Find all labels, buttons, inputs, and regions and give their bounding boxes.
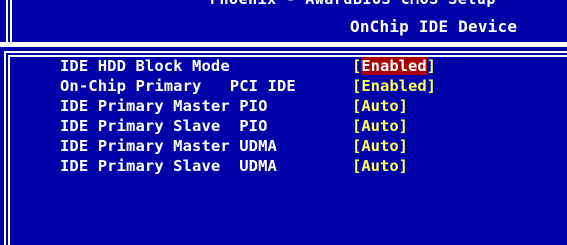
setting-value[interactable]: [Auto]: [352, 137, 408, 155]
setting-label: IDE Primary Slave UDMA: [60, 157, 277, 175]
setting-label: On-Chip Primary PCI IDE: [60, 77, 296, 95]
header-frame-line: [6, 0, 12, 42]
settings-panel: IDE HDD Block Mode [Enabled] On-Chip Pri…: [0, 47, 567, 245]
setting-label: IDE Primary Master PIO: [60, 97, 268, 115]
bios-screen: Phoenix - AwardBIOS CMOS Setup OnChip ID…: [0, 0, 567, 245]
setting-value-text: Auto: [361, 97, 399, 115]
setting-label: IDE Primary Master UDMA: [60, 137, 277, 155]
setting-value-text: Auto: [361, 117, 399, 135]
setting-value[interactable]: [Auto]: [352, 97, 408, 115]
setting-label: IDE HDD Block Mode: [60, 57, 230, 75]
setting-value[interactable]: [Auto]: [352, 117, 408, 135]
setting-row-ide-hdd-block-mode[interactable]: IDE HDD Block Mode [Enabled]: [0, 57, 567, 77]
setting-value-text: Enabled: [361, 57, 427, 75]
setting-label: IDE Primary Slave PIO: [60, 117, 268, 135]
page-title: OnChip IDE Device: [350, 17, 518, 36]
setting-value-text: Auto: [361, 157, 399, 175]
setting-value[interactable]: [Enabled]: [352, 57, 436, 75]
setting-value-text: Auto: [361, 137, 399, 155]
setting-row-ide-primary-master-pio[interactable]: IDE Primary Master PIO [Auto]: [0, 97, 567, 117]
setting-row-ide-primary-master-udma[interactable]: IDE Primary Master UDMA [Auto]: [0, 137, 567, 157]
setting-row-ide-primary-slave-udma[interactable]: IDE Primary Slave UDMA [Auto]: [0, 157, 567, 177]
setting-value[interactable]: [Enabled]: [352, 77, 436, 95]
setting-value-text: Enabled: [361, 77, 427, 95]
header-cut-text: Phoenix - AwardBIOS CMOS Setup: [210, 0, 567, 8]
setting-row-on-chip-primary-pci-ide[interactable]: On-Chip Primary PCI IDE [Enabled]: [0, 77, 567, 97]
bios-header: Phoenix - AwardBIOS CMOS Setup OnChip ID…: [0, 0, 567, 42]
setting-row-ide-primary-slave-pio[interactable]: IDE Primary Slave PIO [Auto]: [0, 117, 567, 137]
setting-value[interactable]: [Auto]: [352, 157, 408, 175]
